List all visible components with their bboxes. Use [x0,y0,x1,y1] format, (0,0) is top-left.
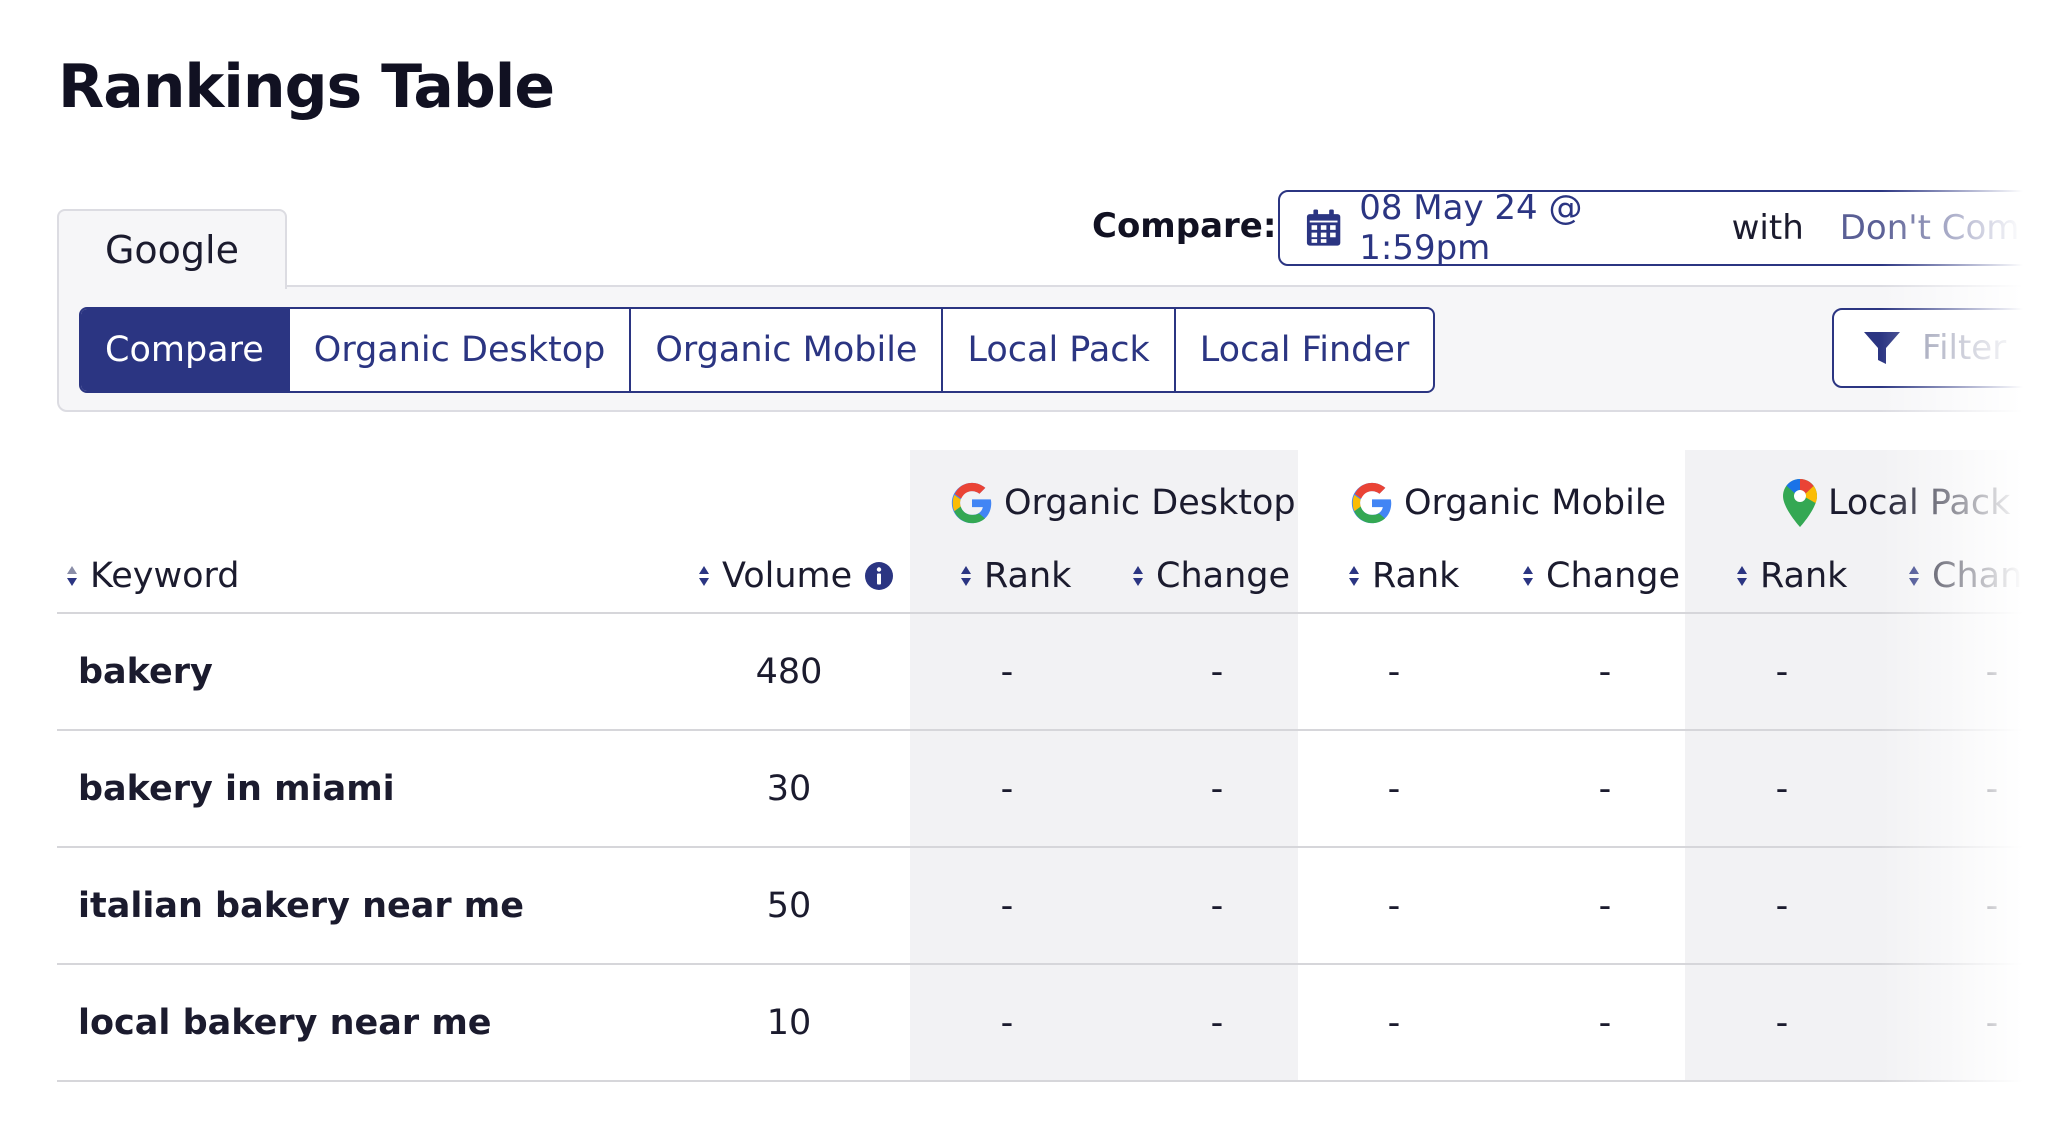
column-header-lp-rank[interactable]: Rank [1736,556,1847,596]
column-label-rank: Rank [1372,556,1459,596]
od-rank-cell: - [977,652,1037,692]
volume-cell: 10 [719,1003,859,1043]
segment-local-finder[interactable]: Local Finder [1176,309,1433,391]
compare-date-value: 08 May 24 @ 1:59pm [1359,188,1697,268]
om-rank-cell: - [1364,886,1424,926]
column-label-rank: Rank [1760,556,1847,596]
om-change-cell: - [1575,1003,1635,1043]
od-change-cell: - [1187,652,1247,692]
google-icon [1350,481,1394,525]
volume-cell: 50 [719,886,859,926]
column-label-rank: Rank [984,556,1071,596]
om-rank-cell: - [1364,652,1424,692]
column-label-change: Change [1546,556,1680,596]
calendar-icon [1306,208,1341,248]
sort-icon [66,565,78,587]
keyword-cell: bakery [78,652,213,692]
keyword-cell: local bakery near me [78,1003,492,1043]
column-label-change: Change [1932,556,2048,596]
column-header-keyword[interactable]: Keyword [66,556,240,596]
od-change-cell: - [1187,769,1247,809]
page-title: Rankings Table [58,52,554,122]
group-label-organic-desktop: Organic Desktop [1004,483,1296,523]
header-divider [57,612,2048,614]
volume-cell: 480 [719,652,859,692]
tab-google[interactable]: Google [57,209,287,289]
lp-rank-cell: - [1752,769,1812,809]
filter-icon [1862,328,1902,368]
lp-rank-cell: - [1752,1003,1812,1043]
lp-rank-cell: - [1752,886,1812,926]
column-header-lp-change[interactable]: Change [1908,556,2048,596]
group-label-organic-mobile: Organic Mobile [1404,483,1666,523]
od-rank-cell: - [977,886,1037,926]
sort-icon [960,565,972,587]
sort-icon [1522,565,1534,587]
local-pack-column-shade [1685,450,2048,1080]
keyword-cell: italian bakery near me [78,886,524,926]
compare-other-value: Don't Compare [1840,208,2048,248]
od-rank-cell: - [977,769,1037,809]
filter-button[interactable]: Filter [1832,308,2048,388]
om-change-cell: - [1575,886,1635,926]
od-change-cell: - [1187,1003,1247,1043]
filter-label: Filter [1922,328,2006,368]
column-header-om-change[interactable]: Change [1522,556,1680,596]
volume-cell: 30 [719,769,859,809]
sort-icon [1736,565,1748,587]
sort-icon [698,565,710,587]
sort-icon [1348,565,1360,587]
compare-with-label: with [1732,208,1804,248]
od-rank-cell: - [977,1003,1037,1043]
od-change-cell: - [1187,886,1247,926]
sort-icon [1908,565,1920,587]
om-change-cell: - [1575,769,1635,809]
om-rank-cell: - [1364,1003,1424,1043]
row-divider [57,846,2048,848]
compare-date-picker[interactable]: 08 May 24 @ 1:59pm with Don't Compare [1278,190,2048,266]
column-label-change: Change [1156,556,1290,596]
column-label-volume: Volume [722,556,852,596]
column-header-om-rank[interactable]: Rank [1348,556,1459,596]
column-header-od-rank[interactable]: Rank [960,556,1071,596]
map-pin-icon [1782,478,1818,528]
lp-change-cell: - [1962,652,2022,692]
column-label-keyword: Keyword [90,556,240,596]
segment-local-pack[interactable]: Local Pack [943,309,1175,391]
group-header-local-pack: Local Pack [1782,478,2010,528]
segment-organic-mobile[interactable]: Organic Mobile [631,309,943,391]
segment-compare[interactable]: Compare [81,309,290,391]
row-divider [57,963,2048,965]
group-label-local-pack: Local Pack [1828,483,2010,523]
lp-change-cell: - [1962,1003,2022,1043]
column-header-volume[interactable]: Volume [698,556,894,596]
group-header-organic-desktop: Organic Desktop [950,478,1296,528]
om-change-cell: - [1575,652,1635,692]
om-rank-cell: - [1364,769,1424,809]
organic-desktop-column-shade [910,450,1298,1080]
view-segmented-control: Compare Organic Desktop Organic Mobile L… [79,307,1435,393]
sort-icon [1132,565,1144,587]
lp-rank-cell: - [1752,652,1812,692]
row-divider [57,1080,2048,1082]
info-icon[interactable] [864,561,894,591]
column-header-od-change[interactable]: Change [1132,556,1290,596]
lp-change-cell: - [1962,886,2022,926]
row-divider [57,729,2048,731]
keyword-cell: bakery in miami [78,769,395,809]
group-header-organic-mobile: Organic Mobile [1350,478,1666,528]
segment-organic-desktop[interactable]: Organic Desktop [290,309,632,391]
google-icon [950,481,994,525]
lp-change-cell: - [1962,769,2022,809]
compare-label: Compare: [1092,206,1276,246]
